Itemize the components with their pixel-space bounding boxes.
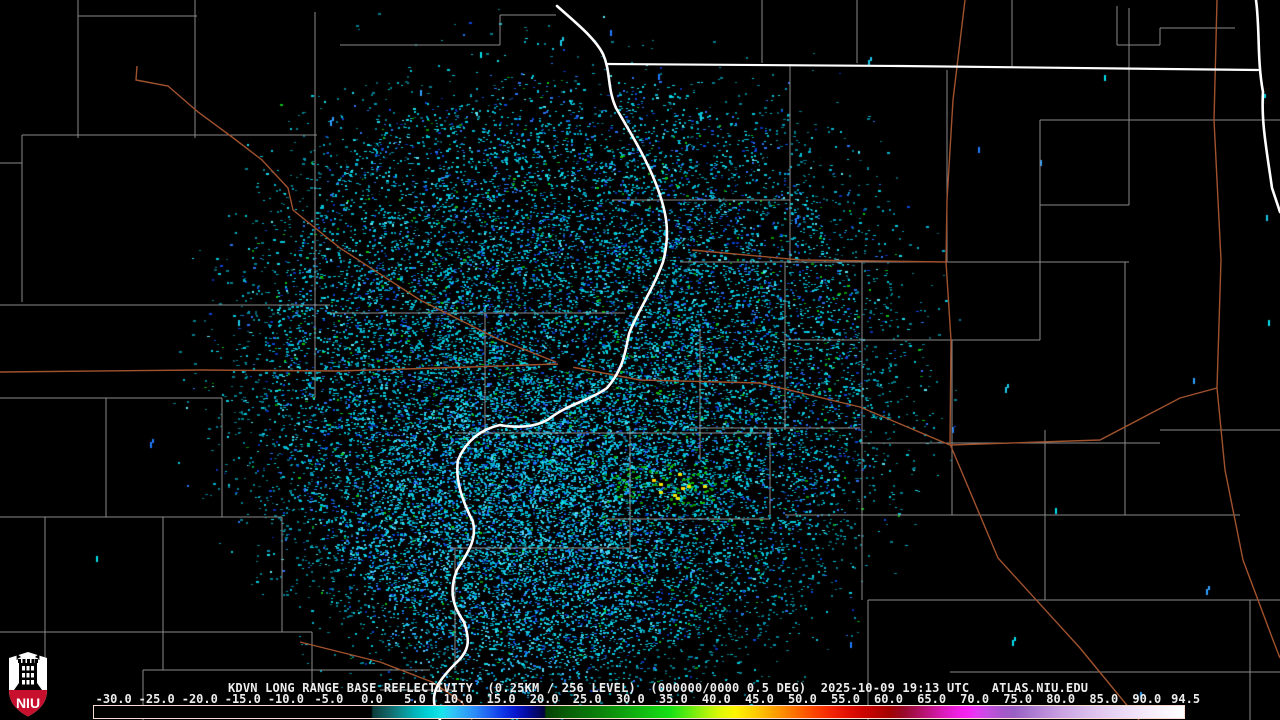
lake-michigan-shore (1256, 0, 1280, 212)
colorbar-tick-label: -20.0 (182, 693, 218, 705)
niu-logo: NIU (5, 650, 51, 718)
colorbar-tick-label: -30.0 (96, 693, 132, 705)
mississippi-river-border (434, 6, 667, 720)
colorbar-tick-label: -15.0 (225, 693, 261, 705)
radar-site-marker-small (553, 342, 558, 347)
radar-site-marker (558, 356, 574, 372)
niu-logo-text: NIU (16, 695, 40, 711)
colorbar-tick-label: 20.0 (530, 693, 559, 705)
basemap-overlay (0, 0, 1280, 720)
castle-windows (22, 666, 34, 685)
radar-product-page: KDVN LONG RANGE BASE REFLECTIVITY (0.25K… (0, 0, 1280, 720)
colorbar-tick-label: 70.0 (960, 693, 989, 705)
colorbar-tick-label: 25.0 (573, 693, 602, 705)
colorbar-tick-label: 10.0 (444, 693, 473, 705)
colorbar-tick-label: 0.0 (361, 693, 383, 705)
colorbar-tick-label: 15.0 (487, 693, 516, 705)
wi-il-border (608, 64, 1258, 70)
reflectivity-colorbar (93, 705, 1185, 719)
colorbar-tick-label: 90.0 (1132, 693, 1161, 705)
colorbar-tick-label: -10.0 (268, 693, 304, 705)
colorbar-tick-label: 94.5 (1171, 693, 1200, 705)
colorbar-tick-label: 55.0 (831, 693, 860, 705)
roads-layer (0, 0, 1280, 720)
colorbar-tick-label: 60.0 (874, 693, 903, 705)
colorbar-tick-label: 30.0 (616, 693, 645, 705)
colorbar-tick-label: -25.0 (139, 693, 175, 705)
county-lines-layer (0, 0, 1280, 720)
colorbar-tick-label: 85.0 (1089, 693, 1118, 705)
colorbar-tick-label: 80.0 (1046, 693, 1075, 705)
colorbar-tick-label: 45.0 (745, 693, 774, 705)
colorbar-tick-label: 65.0 (917, 693, 946, 705)
colorbar-tick-labels: -30.0 -25.0 -20.0 -15.0 -10.0 -5.0 0.0 5.0 10.0 1… (0, 693, 1280, 705)
colorbar-gradient (94, 706, 1184, 718)
colorbar-tick-label: -5.0 (314, 693, 343, 705)
colorbar-tick-label: 5.0 (404, 693, 426, 705)
colorbar-tick-label: 75.0 (1003, 693, 1032, 705)
colorbar-tick-label: 35.0 (659, 693, 688, 705)
colorbar-tick-label: 40.0 (702, 693, 731, 705)
colorbar-tick-label: 50.0 (788, 693, 817, 705)
